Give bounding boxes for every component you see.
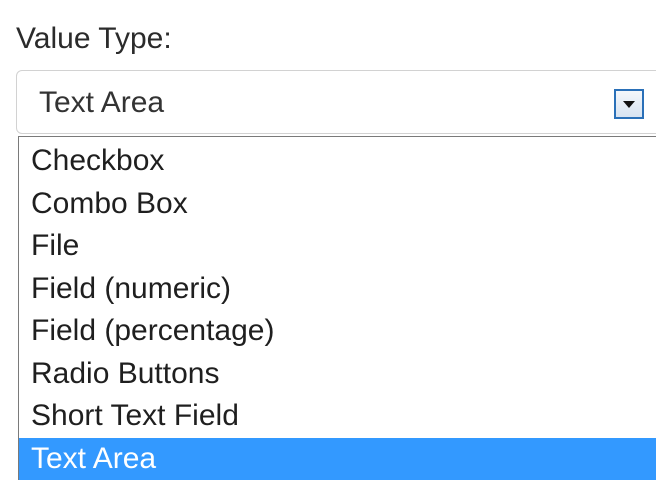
value-type-select[interactable]: Text Area xyxy=(16,70,656,134)
option-field-percentage[interactable]: Field (percentage) xyxy=(19,310,656,353)
chevron-down-icon xyxy=(623,101,635,108)
option-checkbox[interactable]: Checkbox xyxy=(19,140,656,183)
option-combo-box[interactable]: Combo Box xyxy=(19,183,656,226)
value-type-label: Value Type: xyxy=(16,22,172,55)
value-type-options-list: Checkbox Combo Box File Field (numeric) … xyxy=(18,136,656,480)
option-radio-buttons[interactable]: Radio Buttons xyxy=(19,353,656,396)
selected-value: Text Area xyxy=(39,86,165,119)
value-type-form: Value Type: Text Area Checkbox Combo Box… xyxy=(0,0,656,483)
option-field-numeric[interactable]: Field (numeric) xyxy=(19,268,656,311)
option-short-text-field[interactable]: Short Text Field xyxy=(19,395,656,438)
option-file[interactable]: File xyxy=(19,225,656,268)
dropdown-arrow-button[interactable] xyxy=(614,89,644,119)
option-text-area[interactable]: Text Area xyxy=(19,437,656,480)
